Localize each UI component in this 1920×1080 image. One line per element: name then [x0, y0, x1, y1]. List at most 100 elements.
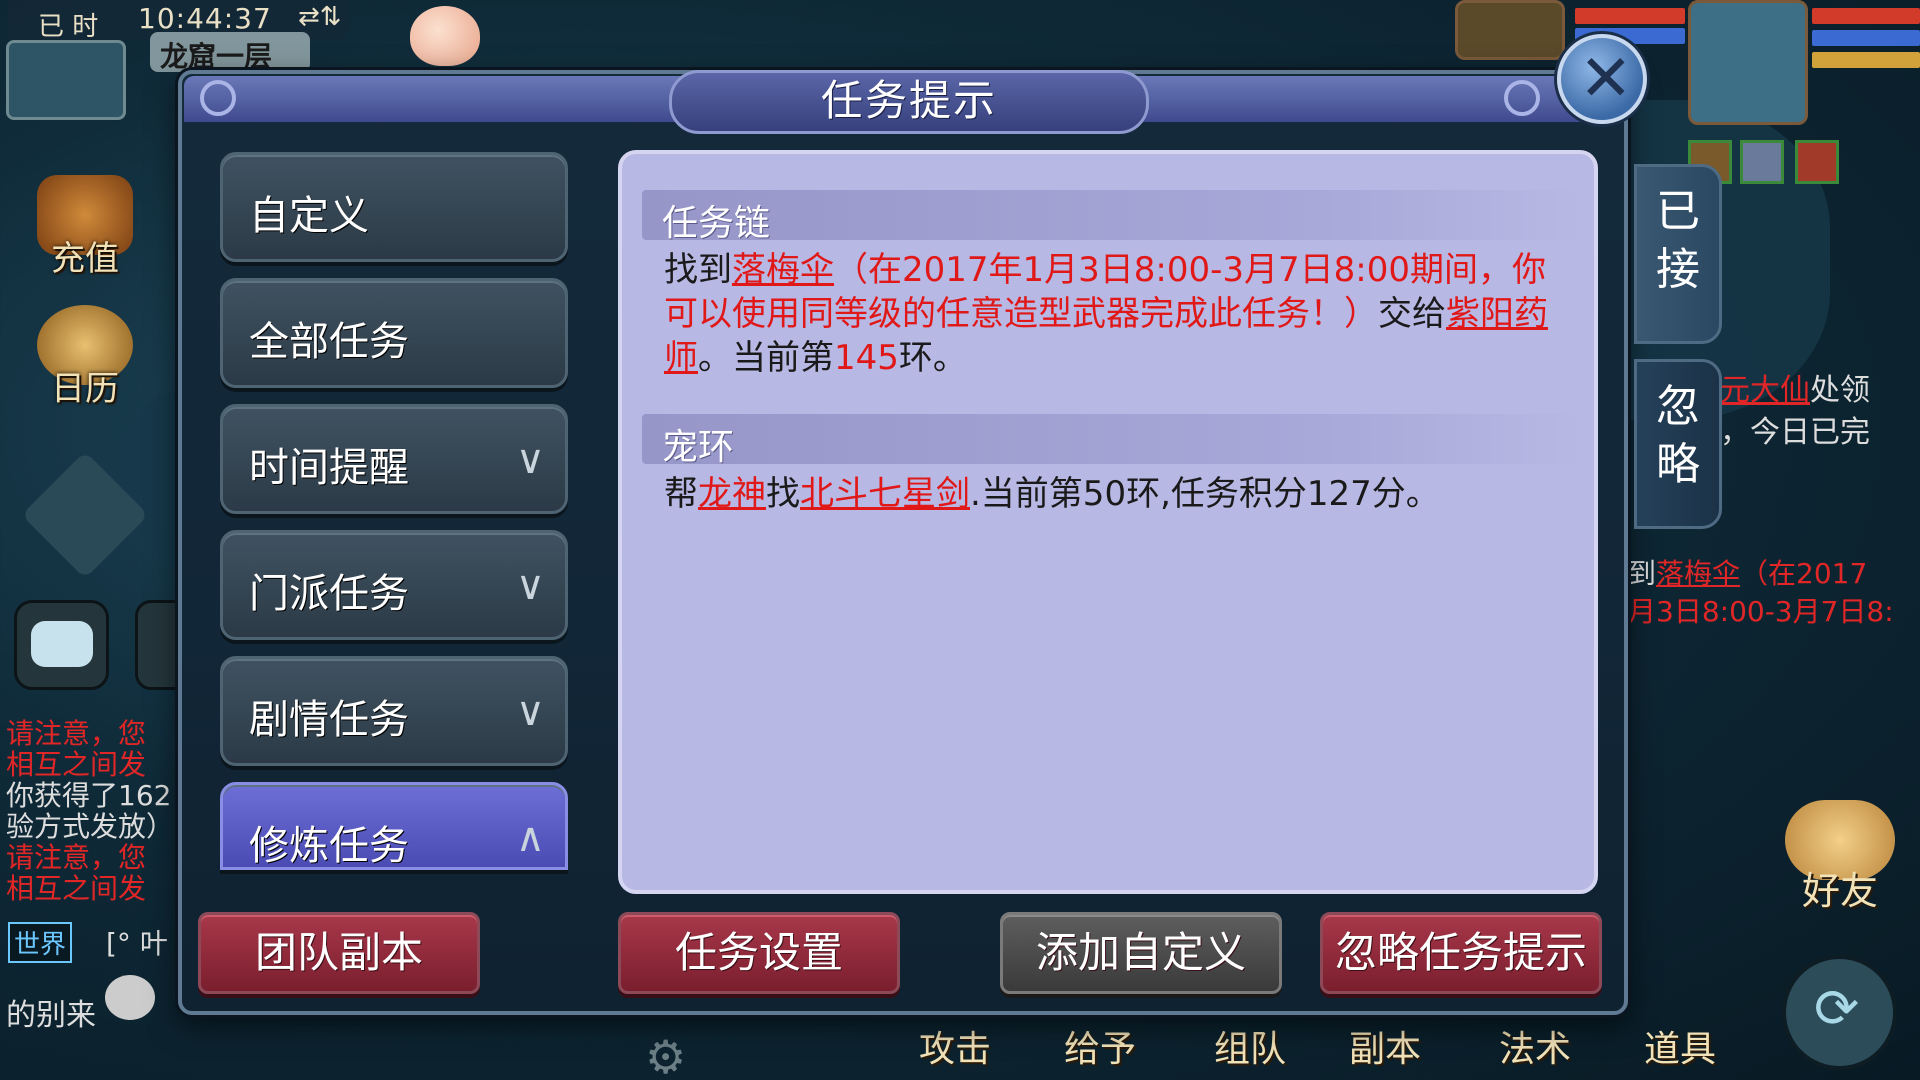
tab-ignored[interactable]: 忽 略: [1634, 359, 1722, 529]
tab-label: 接: [1656, 244, 1700, 295]
menu-item-label: 时间提醒: [249, 445, 409, 491]
section-title: 任务链: [662, 203, 771, 244]
button-label: 团队副本: [254, 928, 423, 977]
action-team[interactable]: 组队: [1195, 1020, 1305, 1072]
menu-item-time-reminder[interactable]: 时间提醒 ∨: [220, 404, 568, 514]
item-link[interactable]: 落梅伞: [732, 250, 834, 290]
calendar-label: 日历: [51, 369, 119, 409]
status-label: 已 时: [38, 12, 99, 42]
task-content-panel: 任务链 找到落梅伞（在2017年1月3日8:00-3月7日8:00期间，你可以使…: [618, 150, 1598, 894]
task-text: .当前第50环,任务积分127分。: [970, 474, 1440, 514]
buff-icon[interactable]: [1795, 140, 1839, 184]
task-settings-button[interactable]: 任务设置: [618, 912, 900, 994]
minimap[interactable]: [6, 40, 126, 120]
tracker-item-link[interactable]: 落梅伞: [1656, 557, 1740, 590]
player-avatar[interactable]: [1688, 0, 1808, 125]
network-icon: ⇄⇅: [298, 2, 342, 32]
chevron-down-icon: ∨: [515, 563, 545, 609]
chat-line: 验方式发放）: [6, 810, 175, 843]
menu-item-training-tasks[interactable]: 修炼任务 ∧: [220, 782, 568, 870]
refresh-icon: ⟳: [1814, 977, 1860, 1040]
action-attack[interactable]: 攻击: [900, 1020, 1010, 1072]
swirl-ornament-icon: [200, 80, 236, 116]
gear-icon[interactable]: ⚙: [645, 1030, 686, 1080]
task-text: 帮: [664, 474, 698, 514]
player-exp-bar: [1812, 52, 1920, 68]
pet-ring-description: 帮龙神找北斗七星剑.当前第50环,任务积分127分。: [664, 472, 1564, 516]
task-text: 环。: [898, 338, 967, 378]
chat-button[interactable]: [14, 600, 109, 690]
item-link[interactable]: 北斗七星剑: [800, 474, 970, 514]
button-label: 任务设置: [674, 928, 843, 977]
menu-item-label: 修炼任务: [249, 823, 409, 869]
task-text: 交给: [1378, 294, 1446, 334]
refresh-button[interactable]: ⟳: [1782, 955, 1897, 1070]
recharge-button[interactable]: 充值: [30, 175, 140, 280]
player-hp-bar: [1812, 8, 1920, 24]
friends-label: 好友: [1801, 869, 1878, 913]
action-dungeon[interactable]: 副本: [1330, 1020, 1440, 1072]
tracker-text: 月3日8:00-3月7日8:: [1628, 595, 1894, 628]
team-dungeon-button[interactable]: 团队副本: [198, 912, 480, 994]
chat-line: 请注意，您: [6, 841, 147, 874]
dialog-titlebar: 任务提示: [184, 70, 1622, 134]
chat-log: 请注意，您 相互之间发 你获得了162 验方式发放） 请注意，您 相互之间发: [6, 718, 181, 904]
menu-item-label: 自定义: [249, 193, 369, 239]
map-name: 龙窟一层: [160, 40, 273, 73]
pet-hp-bar: [1575, 8, 1685, 24]
close-icon: ✕: [1579, 42, 1633, 116]
recharge-label: 充值: [51, 239, 119, 279]
tracker-text: 处领: [1810, 373, 1870, 408]
chevron-up-icon: ∧: [515, 815, 545, 861]
section-title: 宠环: [662, 427, 735, 468]
add-custom-button[interactable]: 添加自定义: [1000, 912, 1282, 994]
task-tips-dialog: 任务提示 ✕ 自定义 全部任务 时间提醒 ∨ 门派任务 ∨ 剧情任务 ∨ 修炼任…: [178, 34, 1722, 1015]
clock-text: 10:44:37: [138, 2, 272, 35]
chat-last-message: 的别来: [6, 998, 96, 1033]
task-tracker-fragment[interactable]: 元大仙处领 ，今日已完: [1720, 370, 1870, 454]
friends-button[interactable]: 好友: [1780, 800, 1900, 915]
dialog-title: 任务提示: [820, 76, 997, 125]
ignore-task-tip-button[interactable]: 忽略任务提示: [1320, 912, 1602, 994]
chat-line: 请注意，您: [6, 717, 147, 750]
chat-bubble-icon: [31, 621, 93, 667]
map-name-plate: 龙窟一层: [150, 32, 310, 73]
menu-item-sect-tasks[interactable]: 门派任务 ∨: [220, 530, 568, 640]
calendar-button[interactable]: 日历: [30, 305, 140, 410]
tracker-text: 到: [1628, 557, 1657, 590]
action-give[interactable]: 给予: [1045, 1020, 1155, 1072]
pet-avatar[interactable]: [1455, 0, 1565, 60]
action-items[interactable]: 道具: [1625, 1020, 1735, 1072]
menu-item-label: 门派任务: [249, 571, 409, 617]
menu-item-label: 剧情任务: [249, 697, 409, 743]
peach-icon[interactable]: [410, 6, 480, 66]
task-text: 找: [766, 474, 800, 514]
task-tracker-fragment[interactable]: 到落梅伞（在2017 月3日8:00-3月7日8:: [1628, 555, 1894, 631]
menu-item-label: 全部任务: [249, 319, 409, 365]
close-button[interactable]: ✕: [1557, 34, 1647, 124]
task-text: 找到: [664, 250, 732, 290]
emoji-icon[interactable]: [105, 975, 155, 1020]
action-spell[interactable]: 法术: [1480, 1020, 1590, 1072]
menu-item-all-tasks[interactable]: 全部任务: [220, 278, 568, 388]
tracker-text: （在2017: [1740, 557, 1868, 590]
menu-item-story-tasks[interactable]: 剧情任务 ∨: [220, 656, 568, 766]
player-mp-bar: [1812, 30, 1920, 46]
task-text: 。当前第: [698, 338, 834, 378]
tab-label: 已: [1656, 186, 1700, 237]
buff-icon[interactable]: [1740, 140, 1784, 184]
tracker-text: ，今日已完: [1720, 415, 1870, 450]
tab-label: 忽: [1656, 381, 1700, 432]
world-channel-tag[interactable]: 世界: [8, 922, 73, 963]
world-chat-message: [° 叶: [106, 927, 168, 960]
tracker-npc-link[interactable]: 元大仙: [1720, 373, 1810, 408]
menu-item-custom[interactable]: 自定义: [220, 152, 568, 262]
button-label: 忽略任务提示: [1334, 928, 1587, 977]
tab-accepted[interactable]: 已 接: [1634, 164, 1722, 344]
chevron-down-icon: ∨: [515, 437, 545, 483]
round-number: 145: [834, 338, 899, 378]
button-label: 添加自定义: [1035, 928, 1246, 977]
npc-link[interactable]: 龙神: [698, 474, 766, 514]
task-chain-description: 找到落梅伞（在2017年1月3日8:00-3月7日8:00期间，你可以使用同等级…: [664, 248, 1564, 380]
dialog-title-plate: 任务提示: [669, 70, 1149, 134]
